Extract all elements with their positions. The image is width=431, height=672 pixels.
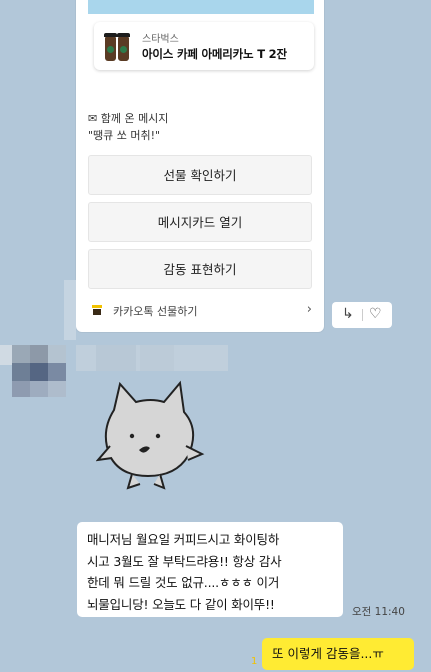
cat-sticker — [96, 380, 205, 490]
check-gift-button[interactable]: 선물 확인하기 — [88, 155, 312, 195]
coffee-cup-icon — [104, 33, 117, 61]
message-line: 매니저님 월요일 커피드시고 화이팅하 — [87, 532, 280, 547]
product-box[interactable]: 스타벅스 아이스 카페 아메리카노 T 2잔 — [94, 22, 314, 70]
heart-icon[interactable]: ♡ — [369, 306, 382, 322]
sent-message-bubble[interactable]: 또 이렇게 감동을...ㅠ — [262, 638, 414, 670]
chevron-right-icon: › — [306, 302, 312, 317]
message-actions: ↳ ♡ — [332, 302, 392, 328]
message-timestamp: 오전 11:40 — [352, 606, 405, 618]
express-thanks-button[interactable]: 감동 표현하기 — [88, 249, 312, 289]
gift-box-icon — [92, 305, 102, 315]
received-message-bubble[interactable]: 매니저님 월요일 커피드시고 화이팅하 시고 3월도 잘 부탁드랴용!! 항상 … — [77, 522, 343, 617]
gift-card[interactable]: 스타벅스 아이스 카페 아메리카노 T 2잔 ✉ 함께 온 메시지 "땡큐 쏘 … — [76, 0, 324, 332]
open-message-card-button[interactable]: 메시지카드 열기 — [88, 202, 312, 242]
coffee-cup-icon — [117, 33, 130, 61]
product-name: 아이스 카페 아메리카노 T 2잔 — [142, 47, 287, 61]
message-line: 뇌물입니당! 오늘도 다 같이 화이뚜!! — [87, 596, 275, 612]
product-thumbnail — [104, 31, 130, 61]
product-brand: 스타벅스 — [142, 34, 179, 45]
message-line: 시고 3월도 잘 부탁드랴용!! 항상 감사 — [87, 553, 282, 569]
gift-image — [88, 0, 314, 14]
unread-count: 1 — [251, 656, 258, 667]
footer-label: 카카오톡 선물하기 — [113, 305, 198, 318]
gift-message: "땡큐 쏘 머취!" — [88, 129, 161, 142]
message-label: ✉ 함께 온 메시지 — [88, 112, 169, 125]
gift-footer-link[interactable]: 카카오톡 선물하기 › — [88, 302, 314, 322]
message-line: 한데 뭐 드릴 것도 없규....ㅎㅎㅎ 이거 — [87, 575, 280, 590]
share-icon[interactable]: ↳ — [342, 306, 354, 322]
divider — [362, 309, 363, 321]
